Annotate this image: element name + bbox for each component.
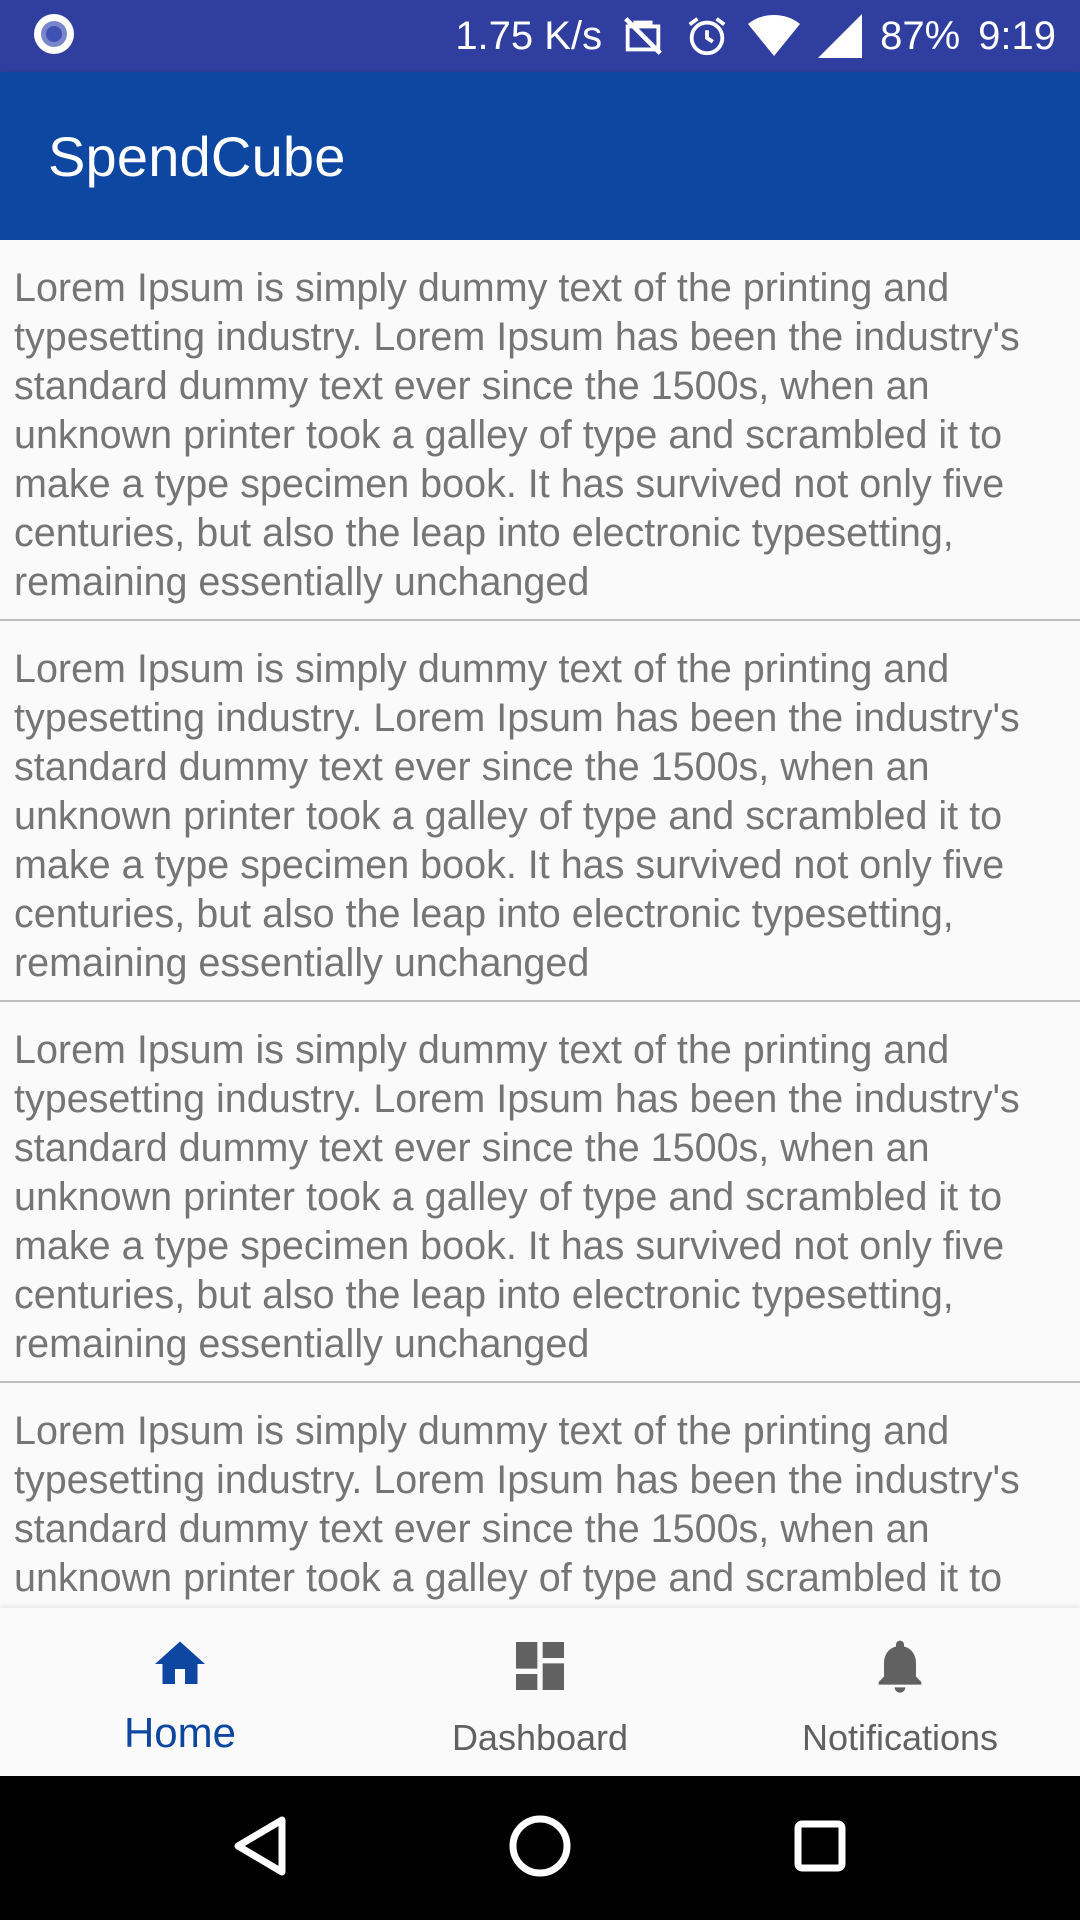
back-button[interactable] xyxy=(200,1788,320,1908)
status-left xyxy=(32,12,76,61)
home-button[interactable] xyxy=(480,1788,600,1908)
recents-icon xyxy=(792,1818,848,1879)
recents-button[interactable] xyxy=(760,1788,880,1908)
app-bar: SpendCube xyxy=(0,72,1080,240)
status-right: 1.75 K/s 87% 9:19 xyxy=(455,13,1056,59)
home-icon xyxy=(148,1634,212,1699)
nav-item-dashboard[interactable]: Dashboard xyxy=(360,1608,720,1776)
no-sim-icon xyxy=(620,13,666,59)
clock: 9:19 xyxy=(978,13,1056,58)
list-item[interactable]: Lorem Ipsum is simply dummy text of the … xyxy=(0,1002,1080,1383)
nav-label-notifications: Notifications xyxy=(801,1717,999,1758)
network-speed: 1.75 K/s xyxy=(455,13,603,58)
list-item[interactable]: Lorem Ipsum is simply dummy text of the … xyxy=(0,240,1080,621)
nav-item-home[interactable]: Home xyxy=(0,1608,360,1776)
bell-icon xyxy=(868,1634,932,1703)
wifi-icon xyxy=(748,13,801,59)
status-bar: 1.75 K/s 87% 9:19 xyxy=(0,0,1080,72)
system-navigation-bar xyxy=(0,1776,1080,1920)
content-list[interactable]: Lorem Ipsum is simply dummy text of the … xyxy=(0,240,1080,1608)
list-item[interactable]: Lorem Ipsum is simply dummy text of the … xyxy=(0,621,1080,1002)
list-item[interactable]: Lorem Ipsum is simply dummy text of the … xyxy=(0,1383,1080,1608)
home-circle-icon xyxy=(508,1814,572,1883)
bottom-navigation: Home Dashboard Notifications xyxy=(0,1608,1080,1776)
nav-label-dashboard: Dashboard xyxy=(451,1717,629,1758)
signal-icon xyxy=(818,14,863,58)
dashboard-icon xyxy=(508,1634,572,1703)
nav-label-home: Home xyxy=(123,1709,237,1756)
battery-percent: 87% xyxy=(880,13,961,58)
back-icon xyxy=(230,1814,290,1883)
alarm-icon xyxy=(684,13,730,59)
app-title: SpendCube xyxy=(48,124,346,188)
notification-dot-icon xyxy=(32,12,76,61)
nav-item-notifications[interactable]: Notifications xyxy=(720,1608,1080,1776)
